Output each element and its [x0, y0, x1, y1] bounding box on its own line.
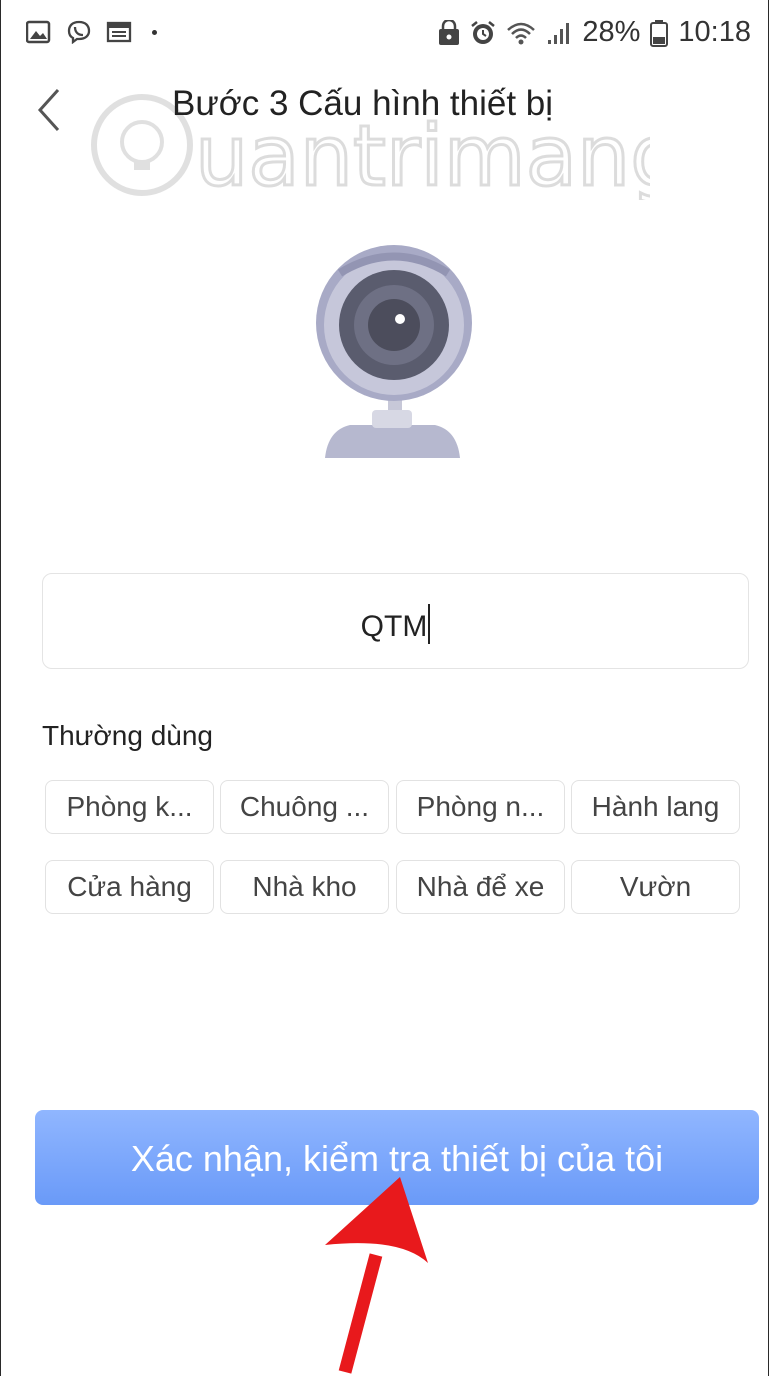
red-arrow-icon: [325, 1177, 428, 1374]
back-button[interactable]: [34, 88, 64, 132]
chip-chuong-cua[interactable]: Chuông ...: [220, 780, 389, 834]
webcam-icon: [316, 245, 472, 458]
battery-percent: 28%: [582, 16, 641, 48]
calendar-icon: [106, 21, 132, 43]
chip-hanh-lang[interactable]: Hành lang: [571, 780, 740, 834]
device-name-value-row: QTM: [43, 604, 748, 644]
viber-icon: [67, 20, 91, 44]
lock-icon: [439, 19, 460, 45]
status-left-icons: [26, 20, 157, 44]
wifi-icon: [507, 22, 536, 44]
clock: 10:18: [678, 16, 751, 48]
status-right: 28% 10:18: [438, 16, 751, 49]
chip-nha-kho[interactable]: Nhà kho: [220, 860, 389, 914]
device-name-value: QTM: [360, 610, 428, 643]
chip-cua-hang[interactable]: Cửa hàng: [45, 860, 214, 914]
alarm-icon: [471, 20, 496, 44]
notification-dot: [152, 29, 157, 35]
page-title: Bước 3 Cấu hình thiết bị: [172, 84, 554, 123]
battery-icon: [650, 19, 669, 47]
text-cursor: [428, 604, 431, 644]
common-section-label: Thường dùng: [42, 720, 213, 751]
chip-phong-ngu[interactable]: Phòng n...: [396, 780, 565, 834]
signal-icon: [548, 22, 570, 44]
chip-phong-khach[interactable]: Phòng k...: [45, 780, 214, 834]
chip-vuon[interactable]: Vườn: [571, 860, 740, 914]
device-name-input[interactable]: QTM: [42, 573, 749, 669]
status-bar: 28% 10:18: [0, 0, 771, 72]
chip-nha-de-xe[interactable]: Nhà để xe: [396, 860, 565, 914]
image-icon: [26, 20, 51, 44]
